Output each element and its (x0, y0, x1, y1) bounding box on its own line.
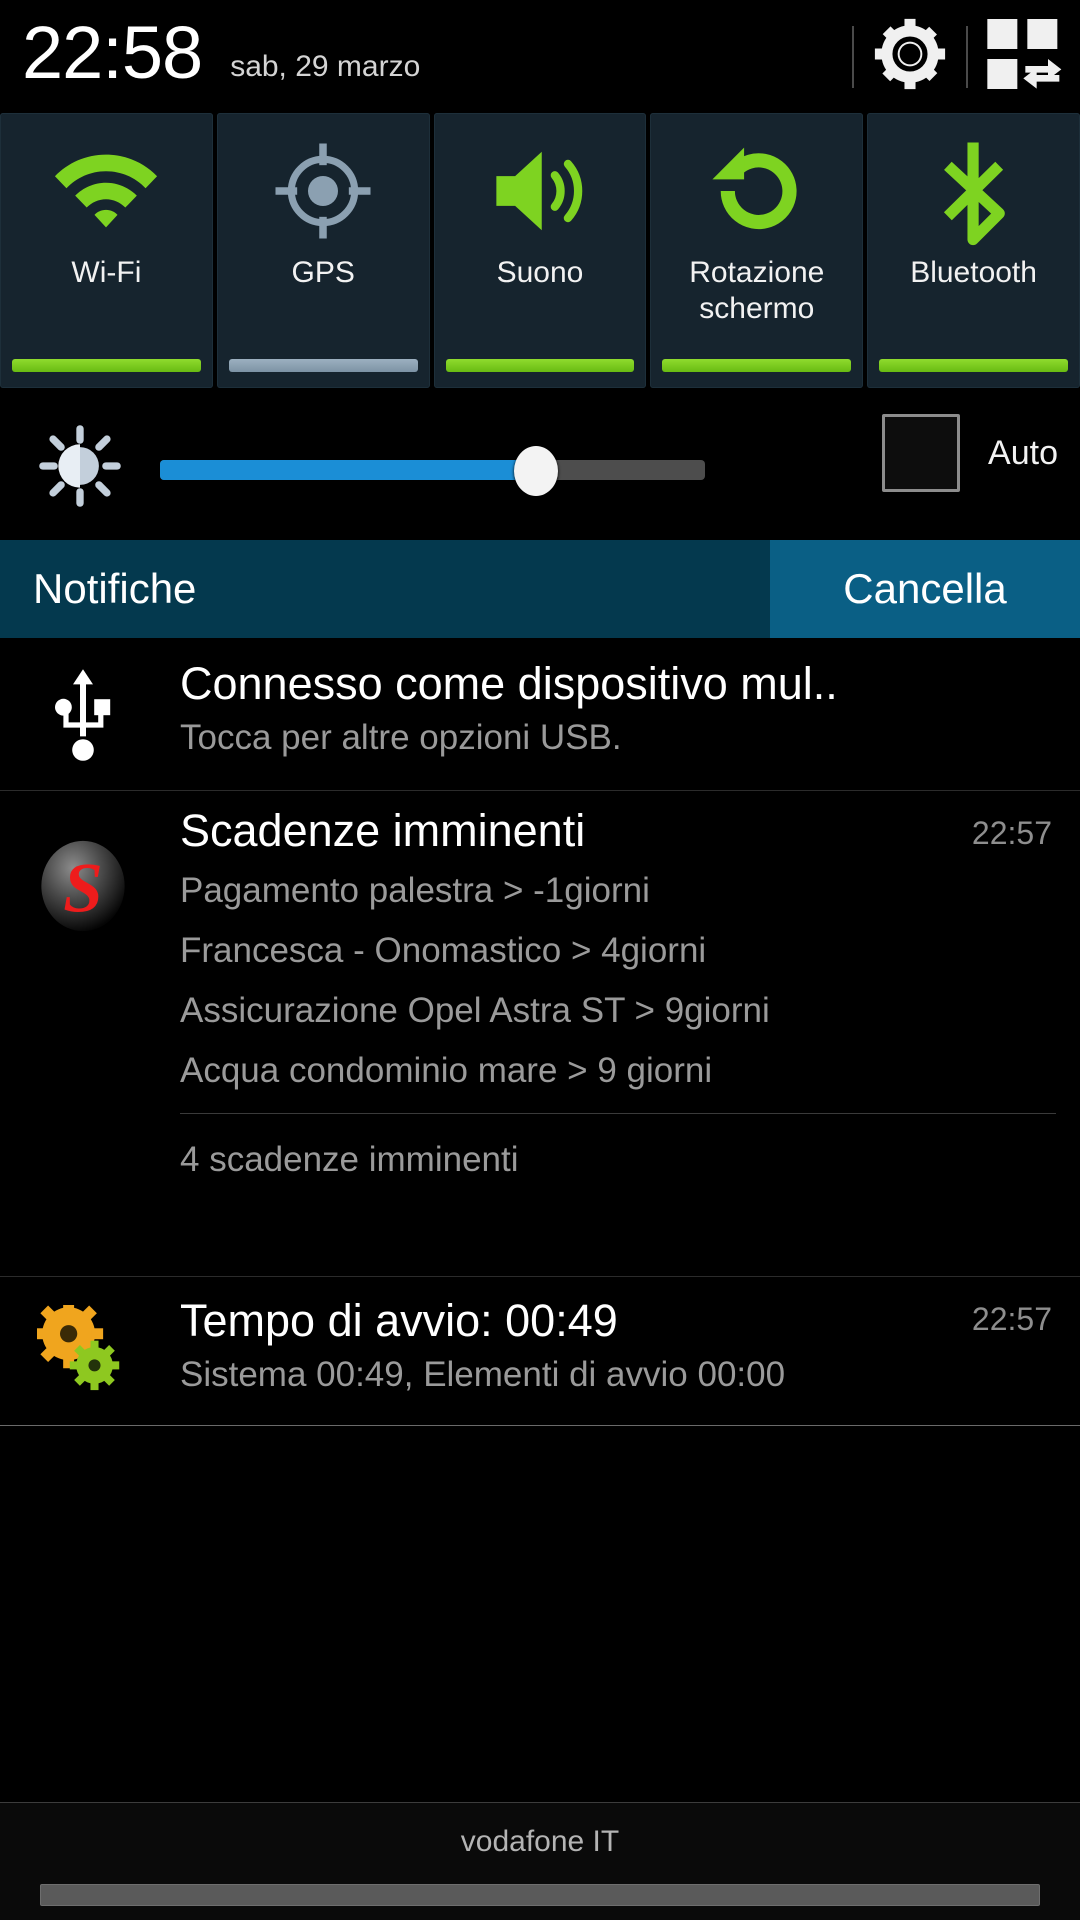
notification-list-end-divider (0, 1425, 1080, 1426)
brightness-slider[interactable] (160, 446, 705, 496)
notification-boot-time[interactable]: 22:57 Tempo di avvio: 00:49 Sistema 00:4… (0, 1277, 1080, 1425)
notification-scadenze[interactable]: S 22:57 Scadenze imminenti Pagamento pal… (0, 791, 1080, 1276)
notification-line: Pagamento palestra > -1giorni (180, 871, 650, 910)
auto-brightness-label: Auto (988, 433, 1058, 472)
slider-thumb[interactable] (514, 446, 559, 496)
volume-speaker-icon (487, 121, 593, 261)
brightness-row: Auto (0, 392, 1080, 540)
brightness-sun-icon (0, 424, 160, 508)
quick-toggle-label: Suono (496, 256, 584, 289)
notification-usb[interactable]: Connesso come dispositivo mul.. Tocca pe… (0, 638, 1080, 790)
notification-subtitle: Tocca per altre opzioni USB. (180, 718, 622, 757)
notification-title: Tempo di avvio: 00:49 (180, 1295, 618, 1346)
notification-line: Francesca - Onomastico > 4giorni (180, 931, 707, 970)
quick-toggle-bluetooth[interactable]: Bluetooth (867, 113, 1080, 388)
auto-brightness-control[interactable]: Auto (882, 414, 1058, 492)
carrier-label: vodafone IT (460, 1825, 620, 1858)
quick-toggle-state-bar (662, 359, 852, 372)
gps-target-icon (273, 121, 373, 261)
quick-toggle-label: Rotazione schermo (689, 256, 825, 325)
gears-icon (28, 1277, 138, 1425)
notification-title: Connesso come dispositivo mul.. (180, 658, 838, 709)
notification-subtitle: Sistema 00:49, Elementi di avvio 00:00 (180, 1355, 786, 1394)
notification-title: Scadenze imminenti (180, 805, 586, 856)
notification-body: Tempo di avvio: 00:49 Sistema 00:49, Ele… (180, 1277, 1080, 1399)
quick-settings-button[interactable] (968, 0, 1080, 113)
quick-toggle-gps[interactable]: GPS (216, 113, 430, 388)
usb-icon (28, 638, 138, 790)
notification-shade: 22:58 sab, 29 marzo Wi-Fi GPS Suono Rota… (0, 0, 1080, 1920)
svg-text:S: S (63, 850, 103, 928)
notifications-title: Notifiche (33, 565, 197, 612)
clock: 22:58 (22, 10, 203, 94)
notification-summary: 4 scadenze imminenti (180, 1140, 519, 1179)
notification-line: Acqua condominio mare > 9 giorni (180, 1051, 713, 1090)
wifi-icon (50, 121, 162, 261)
quick-toggle-state-bar (445, 359, 635, 372)
quick-toggle-state-bar (879, 359, 1068, 372)
notification-body: Connesso come dispositivo mul.. Tocca pe… (180, 638, 1080, 762)
quick-toggle-label: Bluetooth (910, 256, 1037, 289)
quick-toggle-label: Wi-Fi (71, 256, 142, 289)
quick-toggle-state-bar (228, 359, 418, 372)
bluetooth-icon (930, 121, 1018, 261)
shade-footer[interactable]: vodafone IT (0, 1802, 1080, 1920)
settings-button[interactable] (854, 0, 966, 113)
quick-toggle-row: Wi-Fi GPS Suono Rotazione schermo Blueto… (0, 113, 1080, 388)
quick-toggle-label: GPS (291, 256, 355, 289)
quick-toggle-suono[interactable]: Suono (433, 113, 647, 388)
quick-toggle-wifi[interactable]: Wi-Fi (0, 113, 213, 388)
quick-toggle-state-bar (12, 359, 201, 372)
notification-body: Scadenze imminenti Pagamento palestra > … (180, 791, 1080, 1206)
app-s-badge-icon: S (28, 791, 138, 981)
notification-line: Assicurazione Opel Astra ST > 9giorni (180, 991, 770, 1030)
notifications-header: Notifiche Cancella (0, 540, 1080, 638)
slider-fill (160, 460, 537, 480)
notification-list: Connesso come dispositivo mul.. Tocca pe… (0, 638, 1080, 1840)
auto-brightness-checkbox[interactable] (882, 414, 961, 492)
date-label: sab, 29 marzo (230, 49, 421, 83)
quick-toggle-rotazione-schermo[interactable]: Rotazione schermo (650, 113, 864, 388)
quick-settings-grid-icon (984, 14, 1064, 99)
screen-rotation-icon (705, 121, 809, 261)
gear-icon (871, 15, 949, 98)
notification-time: 22:57 (971, 1301, 1052, 1337)
drag-handle[interactable] (40, 1884, 1040, 1906)
clear-notifications-button[interactable]: Cancella (770, 540, 1080, 638)
status-bar: 22:58 sab, 29 marzo (0, 0, 1080, 113)
notification-time: 22:57 (971, 815, 1052, 851)
